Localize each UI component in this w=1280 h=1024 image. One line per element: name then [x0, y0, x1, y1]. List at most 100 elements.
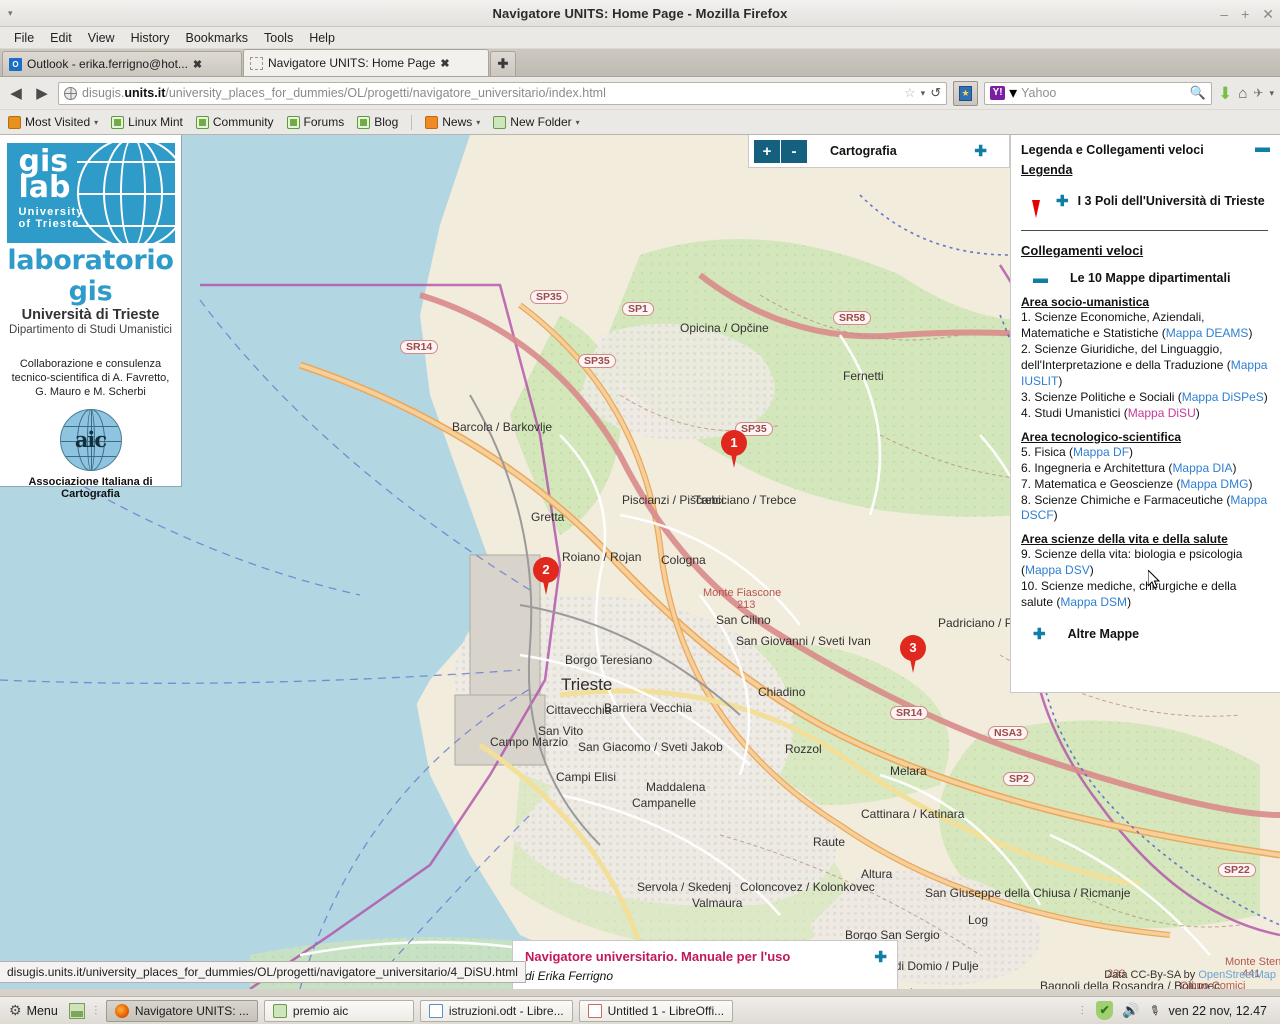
tab-close-icon[interactable]: ✖ [440, 57, 449, 70]
mint-icon [357, 115, 371, 129]
map-place-label: Trebiciano / Trebce [694, 493, 797, 507]
legend-header: Legenda e Collegamenti veloci ▬ [1021, 140, 1270, 157]
zoom-out-button[interactable]: - [781, 139, 807, 163]
bookmark-label: News [442, 115, 473, 129]
search-engine-chevron-icon[interactable]: ▾ [1009, 83, 1017, 103]
map-place-label: Gretta [531, 510, 565, 524]
reload-icon[interactable]: ↺ [930, 85, 941, 101]
item-number: 10. [1021, 579, 1042, 594]
maximize-button[interactable]: + [1241, 7, 1249, 21]
aic-logo-icon: aic [59, 409, 122, 472]
menu-edit[interactable]: Edit [43, 29, 79, 47]
search-bar[interactable]: Y! ▾ Yahoo 🔍 [984, 81, 1213, 105]
taskbar-item-premio-aic[interactable]: premio aic [263, 999, 414, 1022]
map-link[interactable]: Mappa DIA [1172, 461, 1232, 475]
extension-icon[interactable]: ✈ [1253, 86, 1263, 100]
menu-help[interactable]: Help [302, 29, 342, 47]
item-text-after: ) [1248, 476, 1253, 491]
downloads-icon[interactable]: ⬇ [1218, 85, 1232, 102]
menu-history[interactable]: History [124, 29, 177, 47]
toolbar-overflow-icon[interactable]: ▾ [1269, 88, 1274, 99]
poli-expand-icon[interactable]: ✚ [1056, 192, 1069, 210]
road-shield-label: SP2 [1003, 772, 1035, 786]
map-place-label: Maddalena [646, 780, 706, 794]
legend-list-item: 2. Scienze Giuridiche, del Linguaggio, d… [1021, 342, 1270, 390]
map-link[interactable]: Mappa DMG [1180, 477, 1248, 491]
bookmark-blog[interactable]: Blog [357, 115, 398, 129]
map-link[interactable]: Mappa DSM [1060, 595, 1127, 609]
rss-icon [425, 115, 439, 129]
show-desktop-button[interactable] [68, 1002, 85, 1019]
url-bar[interactable]: disugis.units.it/university_places_for_d… [58, 81, 948, 105]
map-marker-1[interactable]: 1 [721, 430, 747, 468]
item-text: Scienze Politiche e Sociali ( [1034, 389, 1182, 404]
manual-expand-icon[interactable]: ✚ [874, 948, 887, 966]
taskbar-item-untitled1[interactable]: Untitled 1 - LibreOffi... [578, 999, 734, 1022]
gis-lab-logo: gis lab University of Trieste [6, 143, 175, 243]
yahoo-icon[interactable]: Y! [990, 86, 1006, 100]
altre-mappe-expand-icon[interactable]: ✚ [1033, 625, 1046, 643]
clock[interactable]: ven 22 nov, 12.47 [1169, 1004, 1267, 1018]
map-place-label: Altura [861, 867, 893, 881]
altre-mappe-row[interactable]: ✚ Altre Mappe [1033, 625, 1270, 643]
marker-tail [542, 576, 550, 595]
menu-bookmarks[interactable]: Bookmarks [178, 29, 255, 47]
bookmark-forums[interactable]: Forums [286, 115, 344, 129]
bookmark-community[interactable]: Community [195, 115, 274, 129]
road-shield-label: SR14 [890, 706, 929, 720]
tab-close-icon[interactable]: ✖ [193, 58, 202, 71]
tab-outlook[interactable]: O Outlook - erika.ferrigno@hot... ✖ [2, 51, 242, 76]
volume-icon[interactable]: 🔊 [1122, 1002, 1139, 1019]
mappe-collapse-icon[interactable]: ▬ [1033, 271, 1048, 286]
map-place-label: San Giacomo / Sveti Jakob [578, 740, 723, 754]
taskbar-grip[interactable]: ⋮ [91, 1005, 101, 1016]
legend-list-item: 8. Scienze Chimiche e Farmaceutiche (Map… [1021, 493, 1270, 525]
mint-icon [286, 115, 300, 129]
map-link[interactable]: Mappa DiSU [1128, 406, 1196, 420]
chevron-down-icon[interactable]: ▾ [921, 88, 926, 99]
tray-grip[interactable]: ⋮ [1077, 1005, 1087, 1016]
legend-collapse-icon[interactable]: ▬ [1255, 140, 1270, 155]
map-link[interactable]: Mappa DEAMS [1166, 326, 1249, 340]
map-link[interactable]: Mappa DSV [1025, 563, 1090, 577]
start-menu-button[interactable]: ⚙ Menu [4, 1002, 63, 1019]
bookmark-most-visited[interactable]: Most Visited ▾ [8, 115, 98, 129]
minimize-button[interactable]: – [1220, 7, 1228, 21]
map-link[interactable]: Mappa DF [1073, 445, 1129, 459]
openstreetmap-link[interactable]: OpenStreetMap [1198, 969, 1276, 981]
network-plug-icon[interactable]: ✎ [1145, 1001, 1164, 1020]
zoom-in-button[interactable]: + [754, 139, 780, 163]
window-menu-arrow-icon[interactable]: ▾ [8, 8, 13, 19]
menu-label: Menu [26, 1003, 58, 1018]
search-input[interactable]: Yahoo [1021, 86, 1186, 100]
menu-file[interactable]: File [7, 29, 41, 47]
map-link[interactable]: Mappa DiSPeS [1182, 390, 1264, 404]
taskbar-item-istruzioni[interactable]: istruzioni.odt - Libre... [419, 999, 573, 1022]
bookmark-star-icon[interactable]: ☆ [904, 85, 916, 101]
search-icon[interactable]: 🔍 [1190, 85, 1206, 101]
forward-button-icon[interactable]: ▶ [32, 84, 52, 102]
item-text-after: ) [1129, 444, 1134, 459]
url-text: disugis.units.it/university_places_for_d… [82, 86, 899, 100]
update-manager-icon[interactable]: ✔ [1096, 1001, 1114, 1020]
cartografia-expand-icon[interactable]: ✚ [974, 142, 987, 160]
map-marker-3[interactable]: 3 [900, 635, 926, 673]
close-button[interactable]: ✕ [1262, 7, 1274, 21]
menu-tools[interactable]: Tools [257, 29, 300, 47]
folder-icon [272, 1003, 287, 1018]
tab-navigatore-units[interactable]: Navigatore UNITS: Home Page ✖ [243, 49, 489, 76]
show-bookmarks-button[interactable]: ★ [953, 80, 979, 106]
taskbar-item-firefox[interactable]: Navigatore UNITS: ... [105, 999, 258, 1022]
home-icon[interactable]: ⌂ [1238, 85, 1247, 102]
bookmark-new-folder[interactable]: New Folder ▾ [493, 115, 580, 129]
back-button-icon[interactable]: ◀ [6, 84, 26, 102]
map-place-label: Roiano / Rojan [562, 550, 642, 564]
new-tab-button[interactable]: ✚ [490, 51, 516, 76]
manual-title: Navigatore universitario. Manuale per l'… [525, 949, 791, 964]
map-place-label: Cologna [661, 553, 706, 567]
bookmark-news[interactable]: News ▾ [425, 115, 480, 129]
item-number: 6. [1021, 460, 1035, 475]
bookmark-linux-mint[interactable]: Linux Mint [111, 115, 183, 129]
map-marker-2[interactable]: 2 [533, 557, 559, 595]
menu-view[interactable]: View [81, 29, 122, 47]
